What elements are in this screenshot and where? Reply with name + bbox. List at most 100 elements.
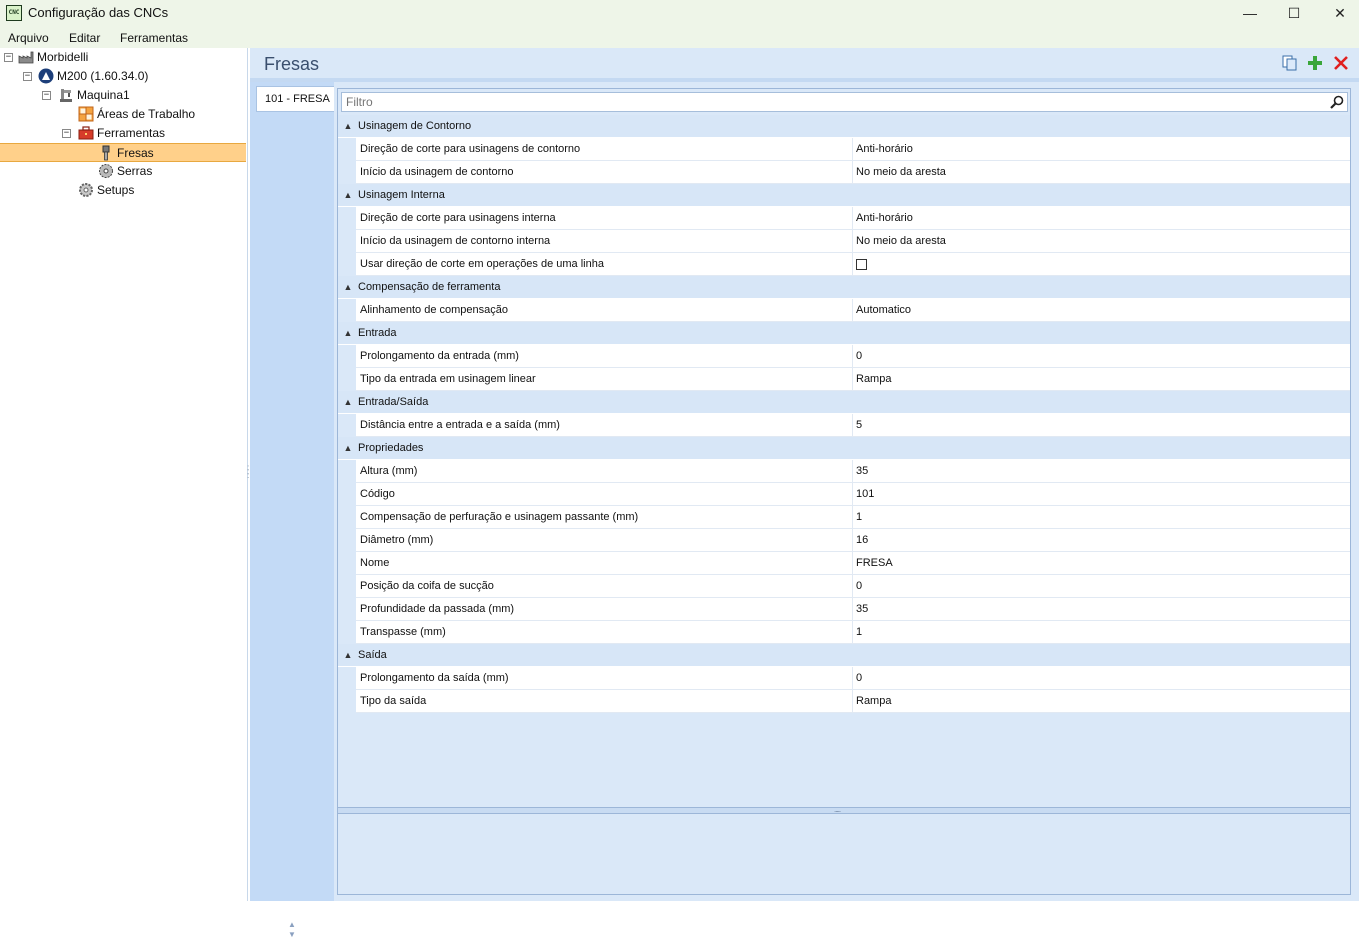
collapse-arrow-icon[interactable]: ▲	[338, 121, 358, 131]
category-row[interactable]: ▲ Entrada	[338, 322, 1350, 345]
property-value[interactable]: 35	[853, 598, 1350, 620]
menu-bar: Arquivo Editar Ferramentas	[0, 26, 1359, 48]
milling-bit-icon	[98, 145, 114, 161]
tree-label: Morbidelli	[37, 50, 89, 64]
property-row[interactable]: Tipo da saída Rampa	[356, 690, 1350, 713]
category-row[interactable]: ▲ Usinagem Interna	[338, 184, 1350, 207]
property-value[interactable]: Anti-horário	[853, 138, 1350, 160]
maximize-button[interactable]: ☐	[1271, 0, 1317, 26]
property-row[interactable]: Direção de corte para usinagens de conto…	[356, 138, 1350, 161]
collapse-icon[interactable]: −	[42, 91, 51, 100]
tree-item-ferramentas[interactable]: − Ferramentas	[0, 124, 246, 143]
collapse-arrow-icon[interactable]: ▲	[338, 190, 358, 200]
minimize-button[interactable]: —	[1227, 0, 1273, 26]
property-row[interactable]: Transpasse (mm) 1	[356, 621, 1350, 644]
tree-item-maquina1[interactable]: − Maquina1	[0, 86, 246, 105]
property-value[interactable]: 1	[853, 506, 1350, 528]
menu-arquivo[interactable]: Arquivo	[8, 31, 49, 45]
property-value[interactable]: 16	[853, 529, 1350, 551]
tree-item-areas-de-trabalho[interactable]: Áreas de Trabalho	[0, 105, 246, 124]
property-value[interactable]	[853, 253, 1350, 275]
collapse-icon[interactable]: −	[23, 72, 32, 81]
property-row[interactable]: Distância entre a entrada e a saída (mm)…	[356, 414, 1350, 437]
property-row[interactable]: Usar direção de corte em operações de um…	[356, 253, 1350, 276]
property-value[interactable]: 35	[853, 460, 1350, 482]
property-row[interactable]: Alinhamento de compensação Automatico	[356, 299, 1350, 322]
menu-editar[interactable]: Editar	[69, 31, 100, 45]
property-row[interactable]: Posição da coifa de sucção 0	[356, 575, 1350, 598]
property-row[interactable]: Código 101	[356, 483, 1350, 506]
tool-tab-strip: 101 - FRESA ▲ ▼	[250, 82, 334, 939]
property-name: Nome	[356, 552, 853, 574]
property-name: Prolongamento da entrada (mm)	[356, 345, 853, 367]
property-value[interactable]: 1	[853, 621, 1350, 643]
category-row[interactable]: ▲ Entrada/Saída	[338, 391, 1350, 414]
category-row[interactable]: ▲ Compensação de ferramenta	[338, 276, 1350, 299]
property-row[interactable]: Prolongamento da entrada (mm) 0	[356, 345, 1350, 368]
search-icon[interactable]	[1330, 95, 1344, 109]
category-label: Compensação de ferramenta	[358, 281, 501, 293]
property-name: Tipo da saída	[356, 690, 853, 712]
close-button[interactable]: ✕	[1317, 0, 1359, 26]
collapse-icon[interactable]: −	[4, 53, 13, 62]
property-value[interactable]: 101	[853, 483, 1350, 505]
property-value[interactable]: 5	[853, 414, 1350, 436]
property-value[interactable]: 0	[853, 345, 1350, 367]
category-label: Entrada	[358, 327, 397, 339]
tree-item-morbidelli[interactable]: − Morbidelli	[0, 48, 246, 67]
category-row[interactable]: ▲ Usinagem de Contorno	[338, 115, 1350, 138]
collapse-arrow-icon[interactable]: ▲	[338, 328, 358, 338]
property-value[interactable]: No meio da aresta	[853, 230, 1350, 252]
menu-ferramentas[interactable]: Ferramentas	[120, 31, 188, 45]
property-row[interactable]: Início da usinagem de contorno interna No…	[356, 230, 1350, 253]
collapse-arrow-icon[interactable]: ▲	[338, 650, 358, 660]
panel-header-divider	[250, 78, 1359, 82]
tree-item-fresas[interactable]: Fresas	[0, 143, 246, 162]
property-value[interactable]: Rampa	[853, 690, 1350, 712]
collapse-arrow-icon[interactable]: ▲	[338, 397, 358, 407]
tab-scroll-arrows[interactable]: ▲ ▼	[288, 920, 296, 940]
collapse-arrow-icon[interactable]: ▲	[338, 282, 358, 292]
property-row[interactable]: Profundidade da passada (mm) 35	[356, 598, 1350, 621]
property-row[interactable]: Início da usinagem de contorno No meio da…	[356, 161, 1350, 184]
delete-button[interactable]	[1332, 54, 1350, 72]
add-button[interactable]	[1306, 54, 1324, 72]
tree-item-serras[interactable]: Serras	[0, 162, 246, 181]
description-splitter[interactable]: .....	[338, 805, 1350, 814]
property-value[interactable]: No meio da aresta	[853, 161, 1350, 183]
tree-item-setups[interactable]: Setups	[0, 181, 246, 200]
property-list: ▲ Usinagem de Contorno Direção de corte pa…	[338, 115, 1350, 713]
filter-input[interactable]	[342, 93, 1310, 111]
property-value[interactable]: Anti-horário	[853, 207, 1350, 229]
category-row[interactable]: ▲ Propriedades	[338, 437, 1350, 460]
property-row[interactable]: Nome FRESA	[356, 552, 1350, 575]
filter-box	[341, 92, 1348, 112]
property-value[interactable]: 0	[853, 667, 1350, 689]
property-row[interactable]: Diâmetro (mm) 16	[356, 529, 1350, 552]
collapse-arrow-icon[interactable]: ▲	[338, 443, 358, 453]
config-tree: − Morbidelli − M200 (1.60.34.0) − Maquin…	[0, 48, 248, 901]
tree-label: Serras	[117, 164, 153, 178]
property-row[interactable]: Direção de corte para usinagens interna A…	[356, 207, 1350, 230]
property-name: Altura (mm)	[356, 460, 853, 482]
property-row[interactable]: Prolongamento da saída (mm) 0	[356, 667, 1350, 690]
property-checkbox[interactable]	[856, 258, 867, 270]
property-row[interactable]: Tipo da entrada em usinagem linear Rampa	[356, 368, 1350, 391]
property-name: Tipo da entrada em usinagem linear	[356, 368, 853, 390]
tab-101-fresa[interactable]: 101 - FRESA	[256, 86, 334, 112]
property-value[interactable]: Rampa	[853, 368, 1350, 390]
gear-icon	[78, 182, 94, 198]
property-value[interactable]: Automatico	[853, 299, 1350, 321]
category-row[interactable]: ▲ Saída	[338, 644, 1350, 667]
property-grid: ▲Usinagem de ContornoDireção de corte pa…	[337, 88, 1351, 895]
tree-item-m200[interactable]: − M200 (1.60.34.0)	[0, 67, 246, 86]
property-value[interactable]: FRESA	[853, 552, 1350, 574]
property-value[interactable]: 0	[853, 575, 1350, 597]
factory-icon	[18, 49, 34, 65]
app-icon: CNC	[6, 5, 22, 21]
property-row[interactable]: Compensação de perfuração e usinagem pas…	[356, 506, 1350, 529]
property-row[interactable]: Altura (mm) 35	[356, 460, 1350, 483]
copy-button[interactable]	[1281, 54, 1299, 72]
property-name: Início da usinagem de contorno interna	[356, 230, 853, 252]
collapse-icon[interactable]: −	[62, 129, 71, 138]
